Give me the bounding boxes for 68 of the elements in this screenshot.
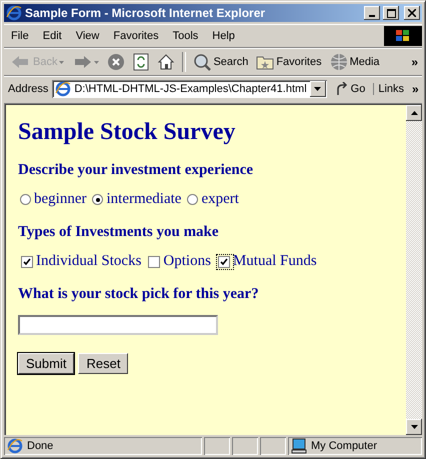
refresh-icon [133, 53, 150, 71]
question-heading: What is your stock pick for this year? [18, 286, 260, 303]
form-button[interactable]: Reset [78, 353, 128, 374]
more-chevron[interactable]: » [411, 55, 422, 69]
search-button[interactable]: Search [190, 51, 252, 73]
radio-button[interactable] [20, 194, 31, 205]
radio-button[interactable] [187, 194, 198, 205]
go-button[interactable]: Go [330, 82, 370, 96]
status-panel [232, 437, 258, 455]
form-button[interactable]: Submit [18, 353, 74, 374]
option-label: beginner [34, 191, 86, 208]
media-button[interactable]: Media [326, 51, 383, 73]
menu-item[interactable]: Favorites [106, 30, 166, 42]
folder-star-icon [256, 54, 274, 70]
ie-page-icon [7, 438, 23, 454]
option-label: Options [163, 253, 211, 270]
caret-icon [314, 87, 322, 91]
checkbox[interactable] [21, 256, 33, 268]
status-panel [204, 437, 230, 455]
close-icon [408, 9, 416, 17]
page-heading: Sample Stock Survey [18, 119, 236, 146]
close-button[interactable] [404, 6, 420, 20]
checkbox[interactable] [148, 256, 160, 268]
page-icon [55, 81, 72, 97]
input-field[interactable] [18, 315, 218, 335]
links-label[interactable]: Links [373, 83, 408, 95]
go-arrow-icon [334, 82, 349, 96]
caret-icon [59, 60, 64, 64]
radio-button[interactable] [92, 194, 104, 205]
window-title: Sample Form - Microsoft Internet Explorer [25, 6, 266, 20]
question-heading: Describe your investment experience [18, 162, 254, 179]
menu-item[interactable]: Edit [36, 30, 69, 42]
maximize-button[interactable] [383, 6, 399, 20]
zone-text: My Computer [311, 440, 378, 452]
option-label: Mutual Funds [232, 253, 317, 270]
address-field[interactable]: D:\HTML-DHTML-JS-Examples\Chapter41.html [52, 80, 327, 98]
question-heading: Types of Investments you make [18, 224, 220, 241]
menu-item[interactable]: View [68, 30, 106, 42]
menu-item[interactable]: Tools [166, 30, 206, 42]
stop-icon [107, 53, 126, 71]
scroll-down-button[interactable] [406, 419, 422, 435]
dropdown-button[interactable] [310, 81, 326, 97]
option-label: expert [201, 191, 239, 208]
favorites-button[interactable]: Favorites [253, 52, 325, 72]
option-label: Individual Stocks [36, 253, 142, 270]
menu-item[interactable]: File [4, 30, 36, 42]
up-arrow-icon [410, 111, 418, 115]
windows-logo [384, 26, 422, 46]
address-label: Address [8, 83, 48, 95]
back-arrow-icon [11, 54, 31, 70]
scrollbar[interactable] [406, 105, 422, 435]
home-icon [157, 53, 176, 71]
more-chevron[interactable]: » [412, 82, 423, 96]
forward-arrow-icon [72, 54, 92, 70]
down-arrow-icon [410, 425, 418, 429]
caret-icon [94, 60, 100, 64]
maximize-icon [386, 8, 396, 18]
status-text: Done [27, 440, 54, 452]
status-panel [260, 437, 286, 455]
search-icon [193, 53, 212, 71]
menu-item[interactable]: Help [205, 30, 242, 42]
globe-icon [330, 53, 348, 71]
checkbox[interactable] [218, 256, 230, 268]
computer-icon [291, 438, 307, 454]
ie-logo-icon [6, 5, 22, 21]
scroll-up-button[interactable] [406, 105, 422, 121]
option-label: intermediate [106, 191, 182, 208]
minimize-button[interactable] [364, 6, 380, 20]
